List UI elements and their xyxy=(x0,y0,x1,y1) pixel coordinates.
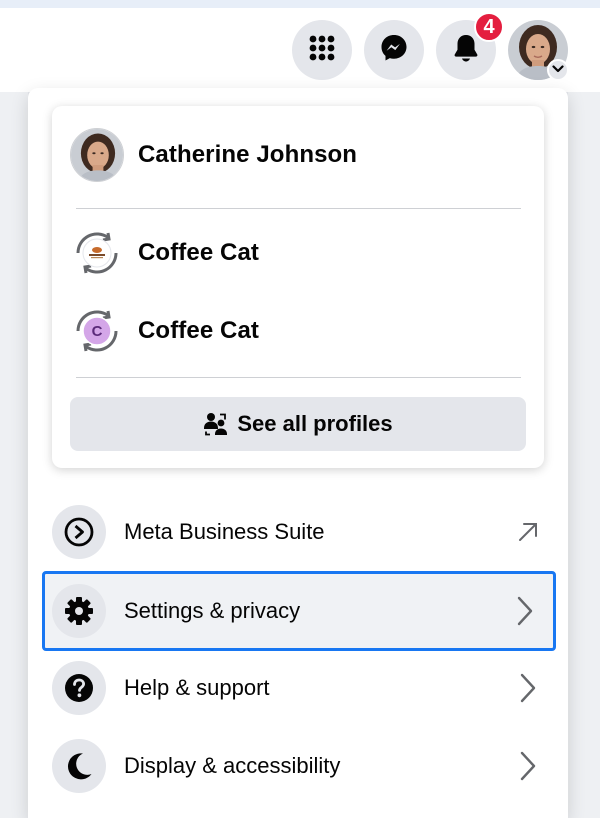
gear-icon xyxy=(52,584,106,638)
bell-icon xyxy=(452,33,480,68)
letter-avatar: C xyxy=(91,322,103,340)
profile-row-page[interactable]: Coffee Cat xyxy=(70,226,259,280)
menu-button[interactable] xyxy=(292,20,352,80)
divider xyxy=(76,377,521,378)
notification-badge: 4 xyxy=(474,12,504,42)
grid-icon xyxy=(308,34,336,67)
messenger-button[interactable] xyxy=(364,20,424,80)
page-name: Coffee Cat xyxy=(138,317,260,344)
profiles-card: Catherine Johnson Coffee Cat C Coffee Ca… xyxy=(52,106,544,468)
moon-icon xyxy=(52,739,106,793)
meta-business-icon xyxy=(52,505,106,559)
account-menu-caret[interactable] xyxy=(547,59,569,81)
page-background xyxy=(568,92,600,818)
chevron-down-icon xyxy=(552,61,564,79)
menu-item-settings-privacy[interactable]: Settings & privacy xyxy=(42,571,556,651)
window-edge xyxy=(0,0,600,8)
profile-row-main[interactable]: Catherine Johnson xyxy=(70,128,357,182)
see-all-profiles-button[interactable]: See all profiles xyxy=(70,397,526,451)
chevron-right-icon xyxy=(508,750,548,782)
profile-name: Catherine Johnson xyxy=(138,141,358,168)
menu-item-label: Settings & privacy xyxy=(124,598,301,623)
switch-profile-icon: C xyxy=(70,304,124,358)
menu-item-display-accessibility[interactable]: Display & accessibility xyxy=(42,728,556,804)
see-all-profiles-label: See all profiles xyxy=(237,411,393,436)
external-arrow-icon xyxy=(508,520,548,544)
page-name: Coffee Cat xyxy=(138,239,260,266)
menu-item-help-support[interactable]: Help & support xyxy=(42,650,556,726)
profile-row-page[interactable]: C Coffee Cat xyxy=(70,304,259,358)
messenger-icon xyxy=(379,33,409,68)
menu-item-meta-business-suite[interactable]: Meta Business Suite xyxy=(42,494,556,570)
chevron-right-icon xyxy=(505,595,545,627)
switch-people-icon xyxy=(203,412,229,436)
menu-item-label: Display & accessibility xyxy=(124,753,341,778)
chevron-right-icon xyxy=(508,672,548,704)
question-icon xyxy=(52,661,106,715)
avatar xyxy=(70,128,124,182)
page-background xyxy=(0,92,28,818)
switch-profile-icon xyxy=(70,226,124,280)
menu-item-label: Meta Business Suite xyxy=(124,519,325,544)
divider xyxy=(76,208,521,209)
menu-item-label: Help & support xyxy=(124,675,270,700)
